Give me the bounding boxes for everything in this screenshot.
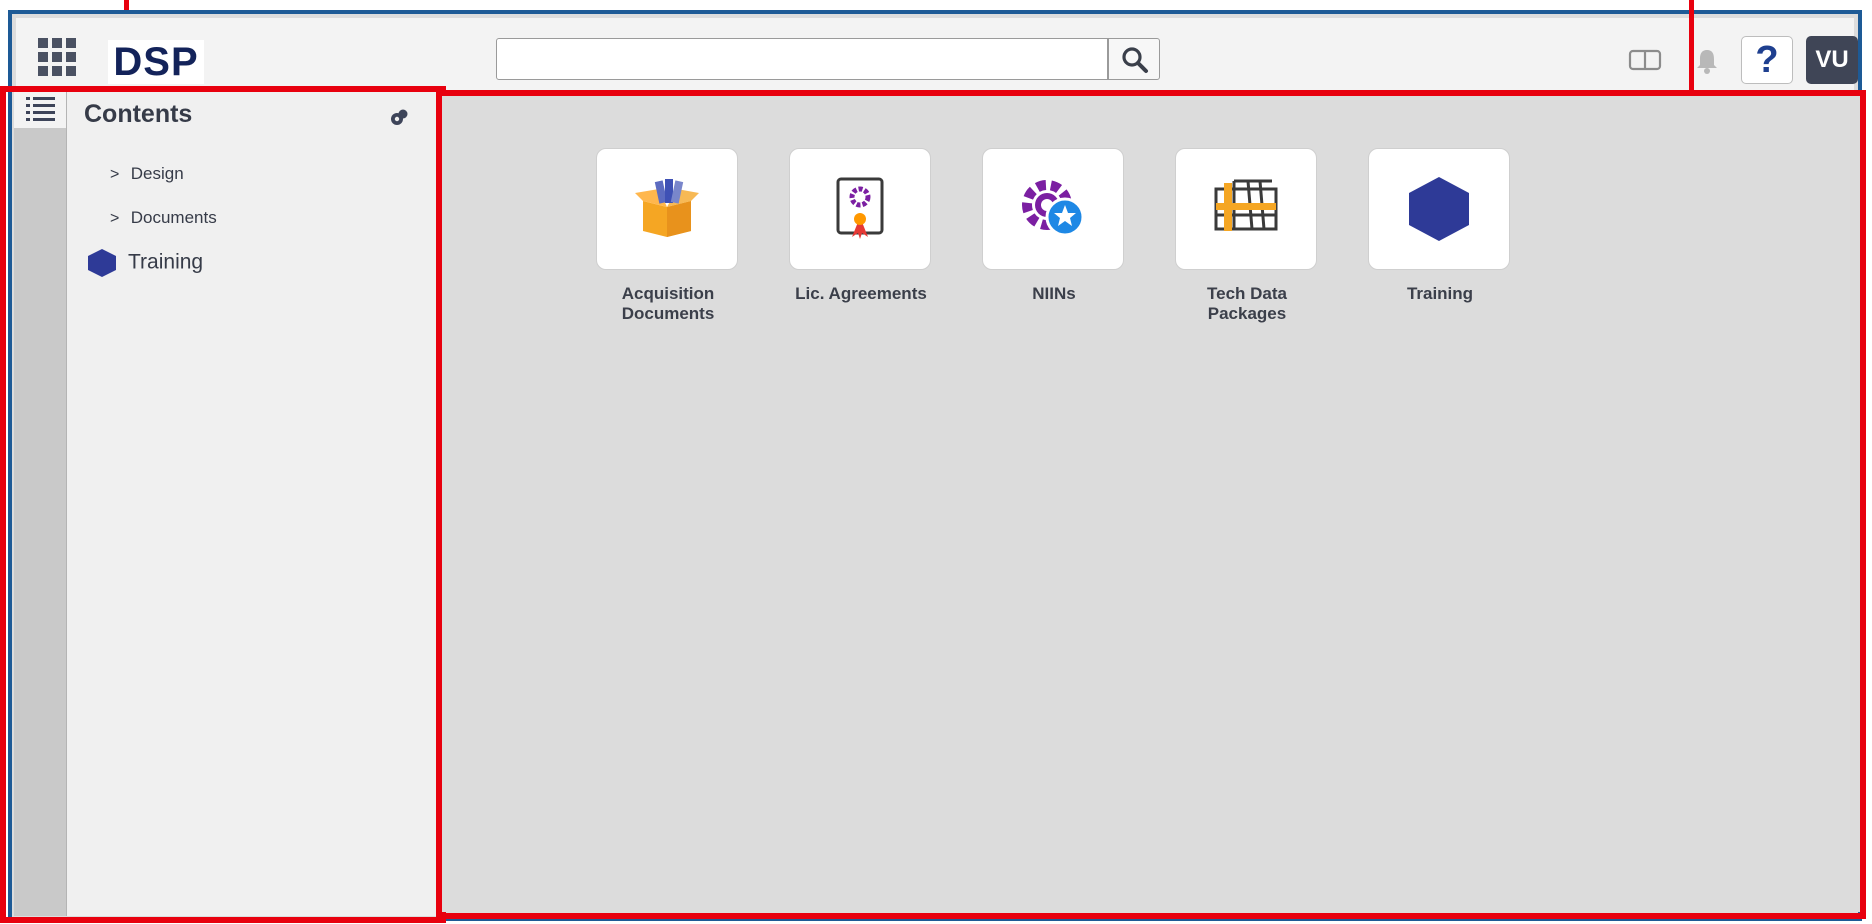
tile-tech-data-packages[interactable]: Tech Data Packages [1175, 148, 1319, 324]
tree-item-label: Training [128, 250, 204, 274]
tile-label: Lic. Agreements [795, 284, 927, 303]
chevron-right-icon[interactable]: > [110, 166, 126, 184]
list-icon [26, 97, 55, 121]
app-launcher-grid-icon[interactable] [38, 38, 76, 76]
contents-sidebar: Contents > Design > Documents Training [14, 92, 440, 916]
tile-card[interactable] [982, 148, 1124, 270]
gear-star-icon [1022, 180, 1085, 237]
tile-label: Tech Data Packages [1207, 284, 1287, 323]
split-view-icon [1628, 49, 1662, 71]
search-bar [496, 38, 1172, 82]
top-navigation-bar: DSP ? VU [16, 18, 1858, 92]
tree-item-training[interactable]: Training [86, 248, 203, 278]
bell-icon [1697, 50, 1717, 74]
grid-table-icon [1214, 179, 1278, 231]
search-button[interactable] [1108, 38, 1160, 80]
user-avatar-button[interactable]: VU [1806, 36, 1858, 84]
sidebar-options-button[interactable] [388, 107, 410, 129]
tree-item-label: Design [130, 164, 184, 183]
tile-niins[interactable]: NIINs [982, 148, 1126, 304]
tile-training[interactable]: Training [1368, 148, 1512, 304]
tile-label: NIINs [1032, 284, 1076, 303]
help-button[interactable]: ? [1741, 36, 1793, 84]
sidebar-rail [14, 92, 67, 916]
tree-item-documents[interactable]: > Documents [110, 208, 217, 228]
tree-item-design[interactable]: > Design [110, 164, 184, 184]
tile-lic-agreements[interactable]: Lic. Agreements [789, 148, 933, 304]
dsp-logo[interactable]: DSP [108, 40, 204, 84]
split-view-button[interactable] [1628, 48, 1662, 72]
tile-card[interactable] [596, 148, 738, 270]
settings-cog-icon [391, 109, 408, 125]
open-box-icon [635, 179, 699, 237]
tile-label: Acquisition Documents [621, 284, 715, 323]
toc-toggle-button[interactable] [14, 92, 66, 128]
chevron-right-icon[interactable]: > [110, 210, 126, 228]
tile-card[interactable] [789, 148, 931, 270]
hexagon-icon [88, 249, 116, 277]
tile-card[interactable] [1175, 148, 1317, 270]
annotation-arrow-main-shaft [1689, 0, 1694, 104]
tile-label: Training [1406, 284, 1474, 303]
search-input[interactable] [496, 38, 1108, 80]
contents-title: Contents [84, 100, 193, 128]
search-icon [1122, 47, 1148, 73]
hexagon-icon [1409, 177, 1469, 241]
certificate-icon [836, 177, 884, 239]
tree-item-label: Documents [130, 208, 217, 227]
main-content-area: Acquisition Documents Lic. Agreements NI [442, 96, 1860, 912]
notifications-button[interactable] [1692, 46, 1722, 76]
tile-acquisition-documents[interactable]: Acquisition Documents [596, 148, 740, 324]
tile-card[interactable] [1368, 148, 1510, 270]
